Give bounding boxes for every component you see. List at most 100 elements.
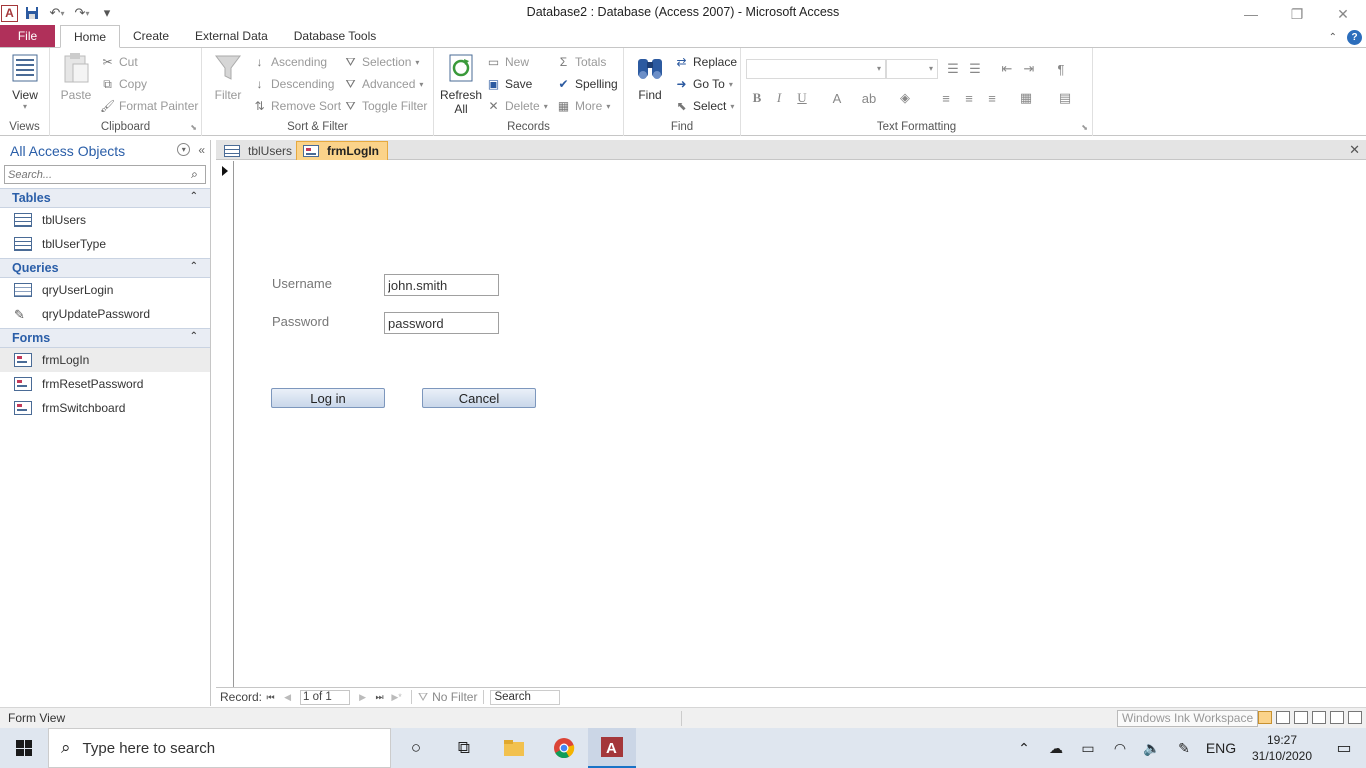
nav-item-tblusers[interactable]: tblUsers — [0, 208, 210, 232]
datasheet-view-icon[interactable] — [1276, 711, 1290, 724]
view-button[interactable]: View ▾ — [9, 52, 41, 111]
volume-icon[interactable]: 🔈 — [1136, 740, 1168, 757]
find-button[interactable]: Find — [634, 52, 666, 102]
clock[interactable]: 19:27 31/10/2020 — [1242, 732, 1322, 764]
nav-search-input[interactable] — [5, 166, 185, 183]
nav-item-frmlogin[interactable]: frmLogIn — [0, 348, 210, 372]
new-blank-record-icon[interactable]: ▶* — [388, 692, 405, 703]
current-record-field[interactable]: 1 of 1 — [300, 689, 351, 705]
login-button[interactable]: Log in — [271, 388, 385, 408]
nav-menu-icon[interactable]: ▾ — [177, 143, 191, 156]
alternate-row-color-icon[interactable]: ▤ — [1055, 88, 1075, 108]
tab-create[interactable]: Create — [120, 25, 182, 47]
layout-view-icon[interactable] — [1330, 711, 1344, 724]
doc-tab-tblusers[interactable]: tblUsers — [218, 141, 300, 160]
minimize-ribbon-icon[interactable]: ⌃ — [1329, 32, 1337, 43]
align-center-icon[interactable]: ≡ — [959, 88, 979, 108]
totals-button[interactable]: Σ Totals — [556, 52, 607, 72]
remove-sort-button[interactable]: ⇅ Remove Sort — [252, 96, 341, 116]
form-view-icon[interactable] — [1258, 711, 1272, 724]
access-taskbar-icon[interactable]: A — [588, 728, 636, 768]
tab-database-tools[interactable]: Database Tools — [281, 25, 390, 47]
highlight-icon[interactable]: ab — [859, 88, 879, 108]
align-right-icon[interactable]: ≡ — [982, 88, 1002, 108]
close-document-icon[interactable]: ✕ — [1349, 142, 1360, 158]
nav-pane-header[interactable]: All Access Objects ▾ « — [0, 140, 210, 162]
cancel-button[interactable]: Cancel — [422, 388, 536, 408]
pen-workspace-icon[interactable]: ✎ — [1168, 740, 1200, 757]
nav-category-tables[interactable]: Tables ⌃ — [0, 188, 210, 208]
fill-color-icon[interactable]: ◈ — [895, 88, 915, 108]
pivotchart-view-icon[interactable] — [1312, 711, 1326, 724]
tab-home[interactable]: Home — [60, 25, 121, 48]
nav-item-qryuserlogin[interactable]: qryUserLogin — [0, 278, 210, 302]
bullets-icon[interactable]: ☰ — [943, 59, 963, 79]
doc-tab-frmlogin[interactable]: frmLogIn — [296, 141, 388, 160]
nav-item-frmswitchboard[interactable]: frmSwitchboard — [0, 396, 210, 420]
nav-category-forms[interactable]: Forms ⌃ — [0, 328, 210, 348]
restore-button[interactable]: ❐ — [1274, 0, 1320, 28]
italic-button[interactable]: I — [769, 88, 789, 108]
help-icon[interactable]: ? — [1347, 30, 1362, 45]
delete-record-button[interactable]: ✕ Delete ▾ — [486, 96, 547, 116]
numbering-icon[interactable]: ☰ — [965, 59, 985, 79]
bold-button[interactable]: B — [747, 88, 767, 108]
next-record-icon[interactable]: ▶ — [354, 692, 371, 703]
goto-button[interactable]: ➜ Go To ▾ — [674, 74, 732, 94]
toggle-filter-button[interactable]: ⛛ Toggle Filter — [343, 96, 427, 116]
tab-external-data[interactable]: External Data — [182, 25, 281, 47]
start-button[interactable] — [0, 728, 48, 768]
last-record-icon[interactable]: ⏭ — [371, 692, 388, 703]
record-selector[interactable] — [216, 161, 234, 687]
action-center-icon[interactable]: ▭ — [1322, 738, 1366, 758]
descending-button[interactable]: ↓ Descending — [252, 74, 335, 94]
nav-item-tblusertype[interactable]: tblUserType — [0, 232, 210, 256]
previous-record-icon[interactable]: ◀ — [279, 692, 296, 703]
collapse-icon[interactable]: ⌃ — [190, 331, 198, 342]
advanced-button[interactable]: ⛛ Advanced ▾ — [343, 74, 423, 94]
align-left-icon[interactable]: ≡ — [936, 88, 956, 108]
battery-icon[interactable]: ▭ — [1072, 740, 1104, 757]
collapse-icon[interactable]: ⌃ — [190, 261, 198, 272]
nav-item-qryupdatepassword[interactable]: ✎ qryUpdatePassword — [0, 302, 210, 326]
filter-status[interactable]: No Filter — [432, 690, 477, 704]
nav-item-frmresetpassword[interactable]: frmResetPassword — [0, 372, 210, 396]
close-button[interactable]: ✕ — [1320, 0, 1366, 28]
filter-button[interactable]: Filter — [212, 52, 244, 102]
shutter-bar-icon[interactable]: « — [198, 143, 205, 157]
search-icon[interactable]: ⌕ — [187, 167, 202, 182]
file-explorer-icon[interactable] — [490, 728, 538, 768]
task-view-icon[interactable]: ⧉ — [440, 728, 488, 768]
minimize-button[interactable]: — — [1228, 0, 1274, 28]
first-record-icon[interactable]: ⏮ — [262, 692, 279, 703]
language-indicator[interactable]: ENG — [1200, 740, 1242, 756]
tab-file[interactable]: File — [0, 25, 55, 47]
design-view-icon[interactable] — [1348, 711, 1362, 724]
increase-indent-icon[interactable]: ⇥ — [1019, 59, 1039, 79]
wifi-icon[interactable]: ◠ — [1104, 740, 1136, 757]
password-field[interactable] — [384, 312, 499, 334]
collapse-icon[interactable]: ⌃ — [190, 191, 198, 202]
font-size-combo[interactable]: ▾ — [886, 59, 938, 79]
record-search-input[interactable]: Search — [490, 689, 561, 705]
paragraph-direction-icon[interactable]: ¶ — [1051, 59, 1071, 79]
refresh-all-button[interactable]: Refresh All — [440, 52, 482, 116]
ascending-button[interactable]: ↓ Ascending — [252, 52, 328, 72]
cut-button[interactable]: ✂ Cut — [100, 52, 137, 72]
more-button[interactable]: ▦ More ▾ — [556, 96, 611, 116]
taskbar-search-box[interactable]: ⌕ Type here to search — [48, 728, 391, 768]
selection-button[interactable]: ⛛ Selection ▾ — [343, 52, 419, 72]
spelling-button[interactable]: ✔ Spelling — [556, 74, 617, 94]
save-record-button[interactable]: ▣ Save — [486, 74, 533, 94]
nav-category-queries[interactable]: Queries ⌃ — [0, 258, 210, 278]
new-record-button[interactable]: ▭ New — [486, 52, 529, 72]
select-button[interactable]: ⬉ Select ▾ — [674, 96, 734, 116]
chrome-icon[interactable] — [540, 728, 588, 768]
paste-button[interactable]: Paste — [60, 52, 92, 102]
show-hidden-icons-icon[interactable]: ⌃ — [1008, 740, 1040, 757]
onedrive-icon[interactable]: ☁ — [1040, 740, 1072, 757]
format-painter-button[interactable]: 🖌 Format Painter — [100, 96, 198, 116]
text-formatting-launcher-icon[interactable]: ⬊ — [1081, 123, 1088, 132]
decrease-indent-icon[interactable]: ⇤ — [997, 59, 1017, 79]
pivottable-view-icon[interactable] — [1294, 711, 1308, 724]
